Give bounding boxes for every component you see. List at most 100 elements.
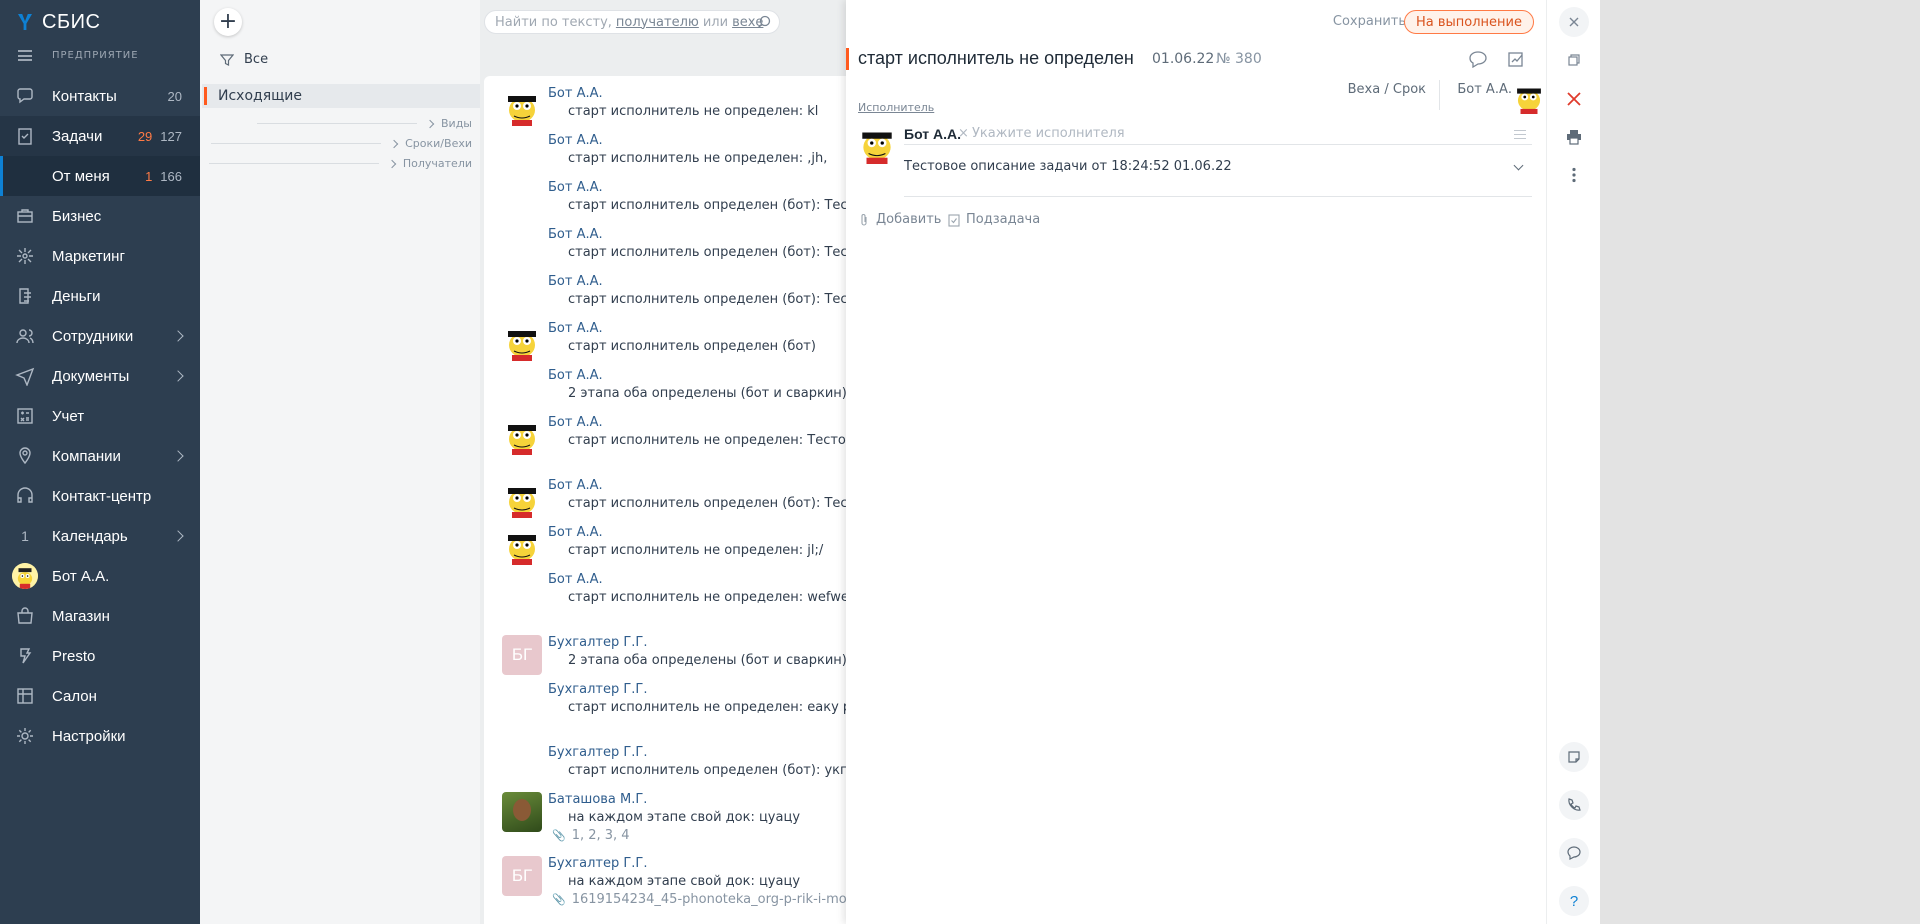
attachment-link[interactable]: 1619154234_45-phonoteka_org-p-rik-i-mort… — [552, 892, 846, 907]
chevron-right-icon[interactable] — [172, 370, 184, 382]
message-author[interactable]: Бот А.А. — [548, 572, 603, 587]
chat-icon — [14, 85, 36, 107]
task-description[interactable]: Тестовое описание задачи от 18:24:52 01.… — [904, 159, 1232, 174]
sbis-logo-icon — [18, 13, 32, 31]
message-author[interactable]: Бот А.А. — [548, 415, 603, 430]
chat-button[interactable] — [1559, 838, 1589, 868]
message-text: старт исполнитель не определен: Тестовое… — [568, 433, 846, 448]
nav-item-from-me[interactable]: От меня 1 166 — [0, 156, 200, 196]
nav-item-companies[interactable]: Компании — [0, 436, 200, 476]
message-author[interactable]: Бот А.А. — [548, 133, 603, 148]
nav-item-salon[interactable]: Салон — [0, 676, 200, 716]
add-task-button[interactable]: + — [214, 8, 242, 36]
nav-label: Маркетинг — [52, 247, 125, 265]
org-switcher[interactable]: ПРЕДПРИЯТИЕ — [18, 50, 139, 61]
milestone-link[interactable]: Веха / Срок — [1348, 82, 1426, 97]
nav-item-marketing[interactable]: Маркетинг — [0, 236, 200, 276]
help-button[interactable]: ? — [1559, 886, 1589, 916]
attachment-link[interactable]: 1, 2, 3, 4 — [552, 828, 630, 843]
divider — [208, 163, 379, 164]
message-author[interactable]: Бухгалтер Г.Г. — [548, 856, 648, 871]
add-attachment-button[interactable]: Добавить — [858, 212, 941, 227]
folder-outgoing[interactable]: Исходящие — [202, 84, 480, 108]
nav-item-shop[interactable]: Магазин — [0, 596, 200, 636]
nav-item-presto[interactable]: Presto — [0, 636, 200, 676]
message-text: на каждом этапе свой док: цуацу — [568, 810, 801, 825]
chevron-right-icon[interactable] — [172, 330, 184, 342]
status-button[interactable]: На выполнение — [1403, 10, 1534, 34]
search-input[interactable]: Найти по тексту, получателю или вехе — [484, 10, 780, 34]
subtask-label: Подзадача — [966, 212, 1041, 227]
menu-icon[interactable] — [18, 50, 32, 61]
list-icon[interactable] — [1514, 130, 1526, 139]
message-author[interactable]: Бот А.А. — [548, 525, 603, 540]
nav-item-money[interactable]: Деньги — [0, 276, 200, 316]
search-by-recipient-link[interactable]: получателю — [616, 15, 699, 30]
group-deadlines[interactable]: Сроки/Вехи — [211, 137, 472, 150]
message-author[interactable]: Бухгалтер Г.Г. — [548, 635, 648, 650]
filter-all[interactable]: Все — [220, 52, 268, 67]
nav-label: Бот А.А. — [52, 567, 110, 585]
nav-item-business[interactable]: Бизнес — [0, 196, 200, 236]
message-author[interactable]: Бот А.А. — [548, 321, 603, 336]
chevron-right-icon — [389, 139, 399, 148]
author-name[interactable]: Бот А.А. — [904, 126, 961, 142]
chevron-right-icon[interactable] — [172, 530, 184, 542]
group-recipients[interactable]: Получатели — [208, 157, 472, 170]
avatar — [502, 321, 542, 361]
message-author[interactable]: Бухгалтер Г.Г. — [548, 682, 648, 697]
print-button[interactable] — [1559, 122, 1589, 152]
message-author[interactable]: Бухгалтер Г.Г. — [548, 745, 648, 760]
close-button[interactable] — [1559, 7, 1589, 37]
nav-item-calendar[interactable]: 1 Календарь — [0, 516, 200, 556]
card-toolbar: ? — [1546, 0, 1600, 924]
call-button[interactable] — [1559, 790, 1589, 820]
message-author[interactable]: Бот А.А. — [548, 274, 603, 289]
nav-item-tasks[interactable]: Задачи 29 127 — [0, 116, 200, 156]
remove-icon[interactable]: × — [958, 126, 969, 141]
notes-button[interactable] — [1559, 742, 1589, 772]
background-area — [1600, 0, 1920, 924]
nav-item-documents[interactable]: Документы — [0, 356, 200, 396]
nav-label: Presto — [52, 647, 96, 665]
report-icon[interactable] — [1506, 50, 1526, 68]
nav-label: Магазин — [52, 607, 110, 625]
add-subtask-button[interactable]: Подзадача — [948, 212, 1040, 227]
logo[interactable]: СБИС — [18, 10, 100, 34]
more-button[interactable] — [1559, 160, 1589, 190]
add-label: Добавить — [876, 212, 942, 227]
task-title[interactable]: старт исполнитель не определен — [858, 48, 1134, 69]
close-icon — [1569, 17, 1579, 27]
executor-label[interactable]: Исполнитель — [858, 101, 934, 114]
message-author[interactable]: Бот А.А. — [548, 227, 603, 242]
message-author[interactable]: Бот А.А. — [548, 368, 603, 383]
executor-name[interactable]: Бот А.А. — [1457, 82, 1512, 97]
nav-item-contact-center[interactable]: Контакт-центр — [0, 476, 200, 516]
chevron-right-icon — [425, 119, 435, 128]
nav-item-accounting[interactable]: Учет — [0, 396, 200, 436]
discussion-icon[interactable] — [1468, 50, 1488, 68]
search-icon[interactable] — [757, 15, 771, 29]
nav-item-contacts[interactable]: Контакты 20 — [0, 76, 200, 116]
briefcase-icon — [14, 205, 36, 227]
message-author[interactable]: Бот А.А. — [548, 180, 603, 195]
copy-button[interactable] — [1559, 45, 1589, 75]
nav-label: Учет — [52, 407, 85, 425]
plus-icon: + — [218, 9, 238, 34]
message-author[interactable]: Бот А.А. — [548, 86, 603, 101]
executor-input[interactable]: Укажите исполнителя — [972, 126, 1125, 141]
nav-label: Задачи — [52, 127, 103, 145]
help-icon: ? — [1569, 892, 1579, 910]
message-author[interactable]: Баташова М.Г. — [548, 792, 647, 807]
nav-item-profile[interactable]: Бот А.А. — [0, 556, 200, 596]
chat-icon — [1567, 846, 1581, 860]
group-types[interactable]: Виды — [257, 117, 472, 130]
chevron-down-icon[interactable] — [1513, 160, 1524, 171]
nav-item-employees[interactable]: Сотрудники — [0, 316, 200, 356]
save-button[interactable]: Сохранить — [1333, 14, 1406, 29]
nav-item-settings[interactable]: Настройки — [0, 716, 200, 756]
chevron-right-icon[interactable] — [172, 450, 184, 462]
delete-button[interactable] — [1559, 84, 1589, 114]
message-author[interactable]: Бот А.А. — [548, 478, 603, 493]
main-navigation: СБИС ПРЕДПРИЯТИЕ Контакты 20 Задачи 29 12… — [0, 0, 200, 924]
